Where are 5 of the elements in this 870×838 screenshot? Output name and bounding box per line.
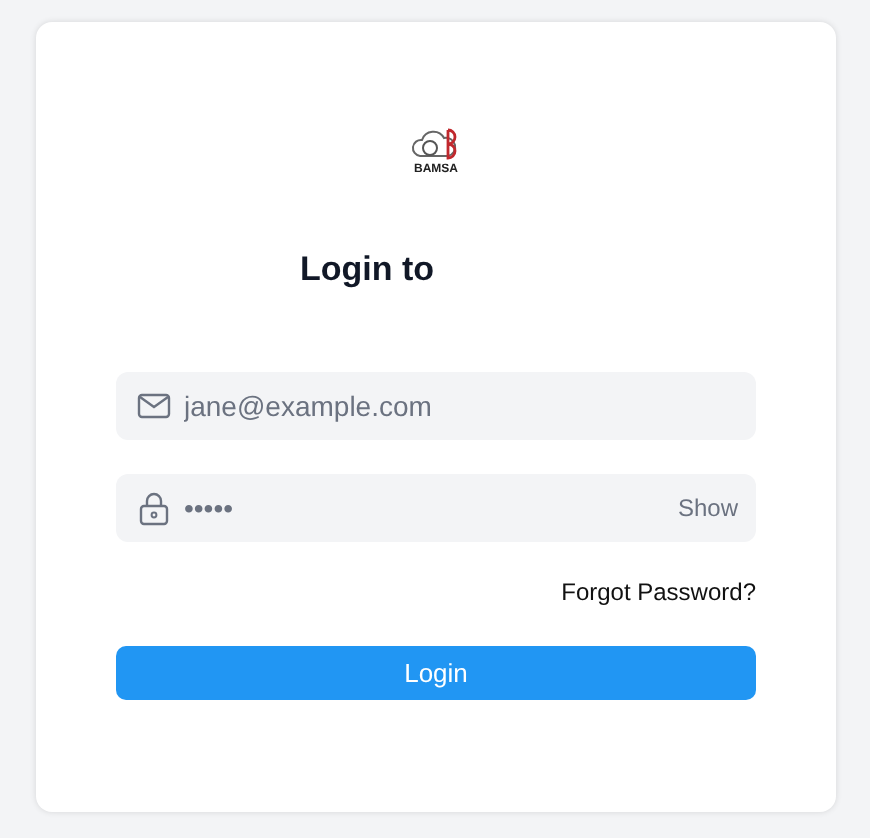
forgot-password-link[interactable]: Forgot Password? xyxy=(561,578,756,606)
login-title: Login to xyxy=(300,250,435,290)
email-field[interactable]: jane@example.com xyxy=(116,372,756,440)
login-button[interactable]: Login xyxy=(116,646,756,700)
show-password-button[interactable]: Show xyxy=(677,494,738,522)
